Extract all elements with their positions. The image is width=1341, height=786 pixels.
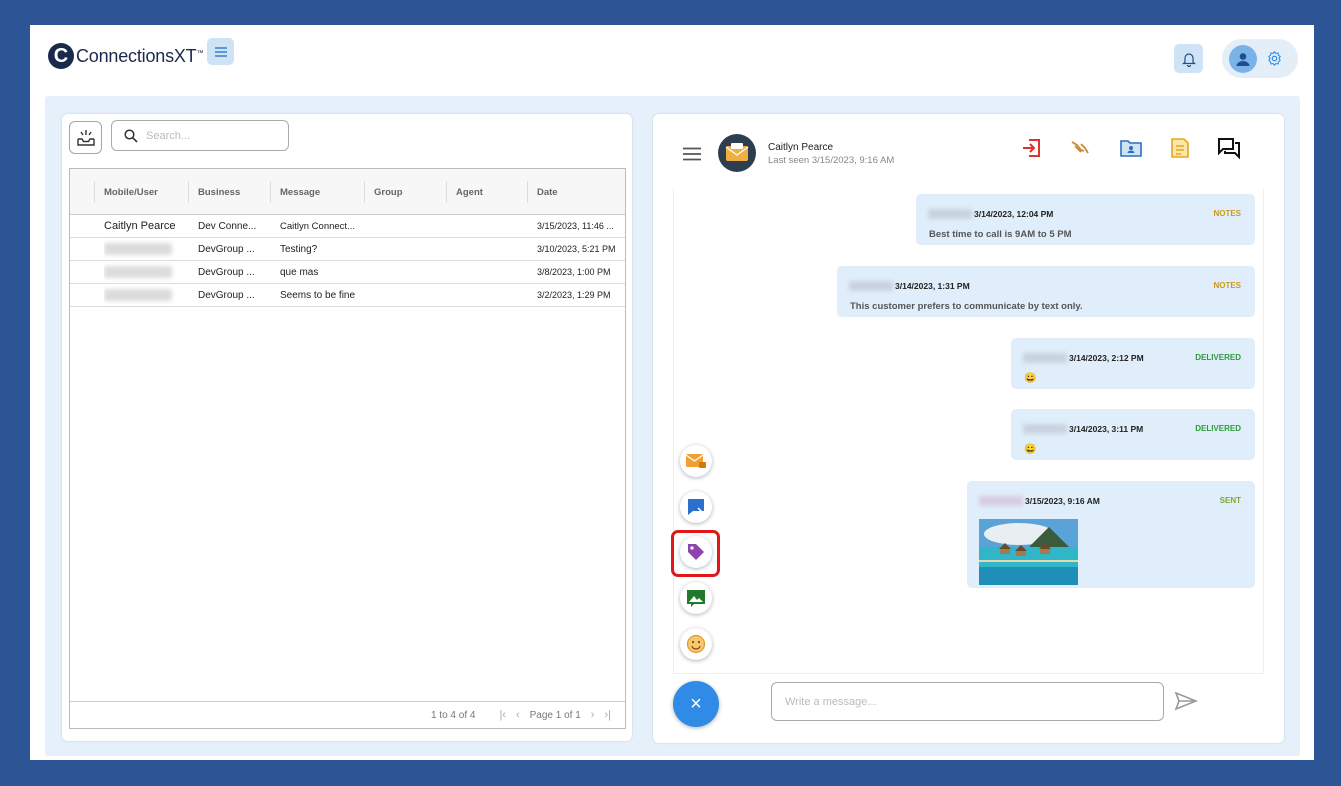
column-header-agent[interactable]: Agent [446,169,527,215]
email-action-button[interactable] [680,445,712,477]
email-lock-icon [685,454,706,468]
exit-icon[interactable] [1020,136,1044,160]
cell-date: 3/10/2023, 5:21 PM [537,244,616,254]
message-status: SENT [1219,496,1241,505]
cell-date: 3/15/2023, 11:46 ... [537,221,614,231]
bell-icon [1181,52,1196,67]
message-status: NOTES [1213,281,1241,290]
gear-icon[interactable] [1266,50,1283,67]
conversation-list-panel: Mobile/User Business Message Group Agent… [62,114,632,741]
user-icon [1236,52,1250,66]
app-logo: C ConnectionsXT™ [48,43,203,69]
user-avatar[interactable] [1229,44,1257,73]
menu-toggle-button[interactable] [207,38,234,65]
chat-icon[interactable] [1217,136,1241,160]
last-seen: Last seen 3/15/2023, 9:16 AM [768,155,895,166]
message-status: DELIVERED [1195,353,1241,362]
table-header: Mobile/User Business Message Group Agent… [70,169,625,215]
message-body: Best time to call is 9AM to 5 PM [929,229,1072,240]
sms-action-button[interactable] [680,491,712,523]
first-page-icon[interactable]: |‹ [499,709,506,721]
cell-user-redacted [104,261,188,283]
sms-envelope-icon [725,143,749,161]
chat-menu-icon[interactable] [683,147,701,161]
table-row[interactable]: DevGroup ... Testing? 3/10/2023, 5:21 PM [70,238,625,261]
hands-icon[interactable] [1069,136,1093,160]
message-header: 3/14/2023, 12:04 PM [928,209,1053,219]
column-header-date[interactable]: Date [527,169,625,215]
message-bubble: 3/14/2023, 12:04 PM NOTES Best time to c… [916,194,1255,245]
column-header-group[interactable]: Group [364,169,446,215]
column-header-business[interactable]: Business [188,169,270,215]
search-field[interactable] [111,120,289,151]
last-page-icon[interactable]: ›| [604,709,611,721]
page-indicator: Page 1 of 1 [529,709,581,721]
message-bubble: 3/14/2023, 2:12 PM DELIVERED 😀 [1011,338,1255,389]
beach-photo [979,519,1078,585]
pagination-bar: 1 to 4 of 4 |‹ ‹ Page 1 of 1 › ›| [70,701,625,728]
user-menu[interactable] [1222,39,1298,78]
column-header-message[interactable]: Message [270,169,364,215]
notifications-button[interactable] [1174,44,1203,73]
cell-message: que mas [280,266,319,278]
cell-user-redacted [104,284,188,306]
row-count: 1 to 4 of 4 [430,709,476,721]
emoji-action-button[interactable] [680,628,712,660]
cell-date: 3/8/2023, 1:00 PM [537,267,611,277]
cell-date: 3/2/2023, 1:29 PM [537,290,611,300]
message-status: DELIVERED [1195,424,1241,433]
table-row[interactable]: DevGroup ... Seems to be fine 3/2/2023, … [70,284,625,307]
cell-message: Caitlyn Connect... [280,220,355,232]
column-header-mobile-user[interactable]: Mobile/User [94,169,188,215]
logo-text: ConnectionsXT™ [76,45,204,66]
contact-name: Caitlyn Pearce [768,142,834,153]
contact-folder-icon[interactable] [1119,136,1143,160]
table-row[interactable]: DevGroup ... que mas 3/8/2023, 1:00 PM [70,261,625,284]
next-page-icon[interactable]: › [591,709,595,721]
message-image[interactable] [979,519,1078,585]
close-actions-button[interactable]: × [673,681,719,727]
search-input[interactable] [146,129,276,142]
message-header: 3/15/2023, 9:16 AM [979,496,1100,506]
cell-business: DevGroup ... [198,243,255,255]
notes-icon[interactable] [1168,136,1192,160]
message-input[interactable] [771,682,1164,721]
emoji-icon [686,634,706,654]
search-icon [124,128,138,143]
message-bubble: 3/14/2023, 1:31 PM NOTES This customer p… [837,266,1255,317]
message-bubble: 3/15/2023, 9:16 AM SENT [967,481,1255,588]
cell-user: Caitlyn Pearce [104,220,176,232]
image-icon [687,590,705,607]
message-status: NOTES [1213,209,1241,218]
cell-business: Dev Conne... [198,220,257,232]
chat-bubble-icon [688,499,704,515]
message-header: 3/14/2023, 2:12 PM [1023,353,1144,363]
cell-user-redacted [104,238,188,260]
send-icon[interactable] [1174,689,1198,713]
app-frame: C ConnectionsXT™ Mobile/User Business [30,25,1314,760]
contact-avatar [718,134,756,172]
conversations-table: Mobile/User Business Message Group Agent… [69,168,626,729]
inbox-icon [76,129,95,146]
message-thread: 3/14/2023, 12:04 PM NOTES Best time to c… [673,189,1264,674]
message-body: 😀 [1024,373,1037,384]
message-header: 3/14/2023, 3:11 PM [1023,424,1143,434]
cell-message: Testing? [280,243,318,255]
image-action-button[interactable] [680,582,712,614]
chat-panel: Caitlyn Pearce Last seen 3/15/2023, 9:16… [653,114,1284,743]
cell-business: DevGroup ... [198,266,255,278]
prev-page-icon[interactable]: ‹ [516,709,520,721]
hamburger-icon [214,46,227,57]
inbox-button[interactable] [69,121,102,154]
highlight-box [671,530,720,577]
cell-message: Seems to be fine [280,289,356,301]
logo-mark: C [48,43,74,69]
message-header: 3/14/2023, 1:31 PM [849,281,970,291]
message-body: 😀 [1024,444,1037,455]
message-bubble: 3/14/2023, 3:11 PM DELIVERED 😀 [1011,409,1255,460]
table-row[interactable]: Caitlyn Pearce Dev Conne... Caitlyn Conn… [70,215,625,238]
message-body: This customer prefers to communicate by … [850,301,1083,312]
cell-business: DevGroup ... [198,289,255,301]
